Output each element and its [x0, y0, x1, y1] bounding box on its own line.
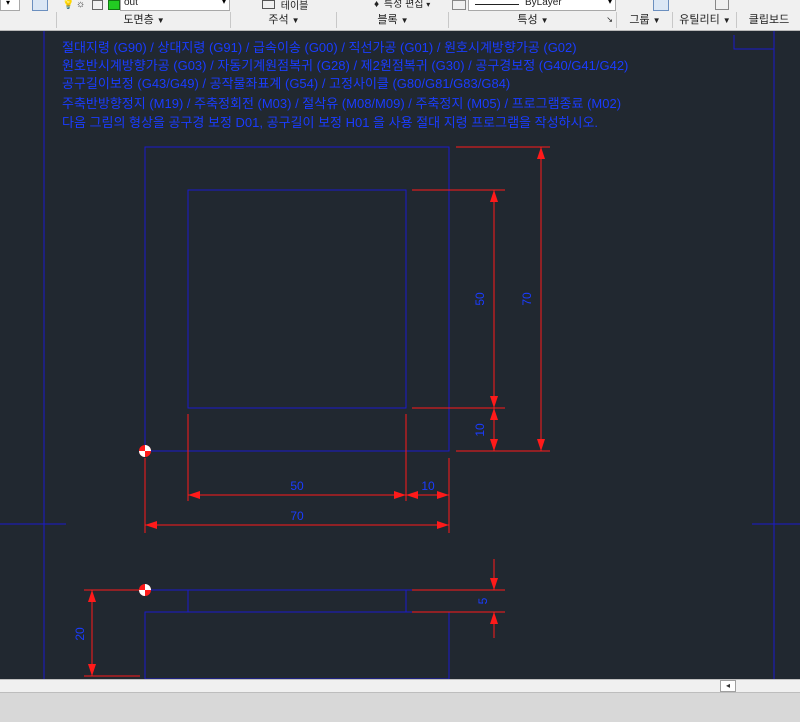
panel-label-text: 유틸리티: [679, 14, 720, 26]
group-icon[interactable]: [653, 0, 669, 11]
dialog-launcher-icon[interactable]: ↘: [606, 12, 613, 28]
calculator-icon[interactable]: [715, 0, 729, 10]
panel-label-text: 특성: [517, 14, 538, 26]
dim-outer-width: 70: [290, 509, 304, 523]
instruction-line: 다음 그림의 형상을 공구경 보정 D01, 공구길이 보정 H01 을 사용 …: [62, 115, 598, 130]
linetype-value: ByLayer: [525, 0, 562, 8]
chevron-down-icon: ▾: [426, 0, 431, 9]
origin-marker-icon: [139, 584, 151, 596]
origin-marker-icon: [139, 445, 151, 457]
dim-step-depth: 5: [476, 597, 490, 604]
match-properties-label: 특성 편집: [383, 0, 424, 10]
drawing-canvas[interactable]: 절대지령 (G90) / 상대지령 (G91) / 급속이송 (G00) / 직…: [0, 31, 800, 679]
layer-dropdown[interactable]: out ▾: [120, 0, 230, 11]
layer-properties-icon[interactable]: [32, 0, 48, 11]
ribbon: ▾ 💡 ☼ out ▾ 테이블 ♦ 특성 편집 ▾ ByLayer ▾ 도면층 ▼…: [0, 0, 800, 31]
dropdown-arrow-button[interactable]: ▾: [0, 0, 20, 11]
dim-inner-height: 50: [473, 292, 487, 306]
panel-label-annotation[interactable]: 주석 ▼: [230, 12, 337, 28]
dim-outer-height: 70: [520, 292, 534, 306]
chevron-down-icon: ▾: [221, 0, 226, 6]
table-label: 테이블: [280, 1, 309, 12]
dim-offset-bottom: 10: [473, 423, 487, 437]
layer-name: out: [124, 0, 138, 8]
chevron-down-icon: ▼: [291, 16, 300, 25]
panel-label-utilities[interactable]: 유틸리티 ▼: [672, 12, 737, 28]
layer-color-swatch: [108, 0, 120, 10]
chevron-down-icon: ▼: [722, 16, 731, 25]
panel-label-text: 주석: [268, 14, 289, 26]
panel-label-text: 도면층: [123, 14, 154, 26]
panel-label-text: 클립보드: [748, 14, 790, 26]
lightbulb-icon[interactable]: 💡: [62, 0, 74, 12]
sun-icon[interactable]: ☼: [76, 0, 85, 12]
instruction-line: 절대지령 (G90) / 상대지령 (G91) / 급속이송 (G00) / 직…: [62, 40, 577, 55]
line-sample: [475, 4, 519, 5]
panel-label-layers[interactable]: 도면층 ▼: [56, 12, 231, 28]
panel-label-groups[interactable]: 그룹 ▼: [616, 12, 673, 28]
table-button[interactable]: 테이블: [262, 0, 308, 12]
panel-label-text: 그룹: [629, 14, 650, 26]
panel-label-properties[interactable]: 특성 ▼ ↘: [448, 12, 617, 28]
dim-offset-right: 10: [421, 479, 435, 493]
instruction-line: 공구길이보정 (G43/G49) / 공작물좌표계 (G54) / 고정사이클 …: [62, 76, 510, 91]
chevron-down-icon: ▾: [607, 0, 612, 6]
match-properties-button[interactable]: ♦ 특성 편집 ▾: [374, 0, 430, 12]
lock-icon[interactable]: [92, 0, 103, 10]
chevron-down-icon: ▼: [652, 16, 661, 25]
linetype-dropdown[interactable]: ByLayer ▾: [468, 0, 616, 11]
dim-inner-width: 50: [290, 479, 304, 493]
panel-label-text: 블록: [377, 14, 398, 26]
brush-icon: ♦: [374, 0, 380, 10]
table-icon: [262, 0, 275, 9]
horizontal-scrollbar[interactable]: [0, 679, 800, 692]
status-bar: [0, 692, 800, 722]
chevron-down-icon: ▼: [156, 16, 165, 25]
scroll-left-arrow-icon[interactable]: ◂: [720, 680, 736, 692]
panel-label-block[interactable]: 블록 ▼: [336, 12, 449, 28]
instruction-line: 주축반방향정지 (M19) / 주축정회전 (M03) / 절삭유 (M08/M…: [62, 96, 621, 111]
chevron-down-icon: ▼: [540, 16, 549, 25]
lineweight-icon: [452, 0, 466, 10]
chevron-down-icon: ▼: [400, 16, 409, 25]
instruction-line: 원호반시계방향가공 (G03) / 자동기계원점복귀 (G28) / 제2원점복…: [62, 58, 628, 73]
panel-label-clipboard[interactable]: 클립보드: [736, 12, 800, 28]
dim-total-depth: 20: [73, 627, 87, 641]
